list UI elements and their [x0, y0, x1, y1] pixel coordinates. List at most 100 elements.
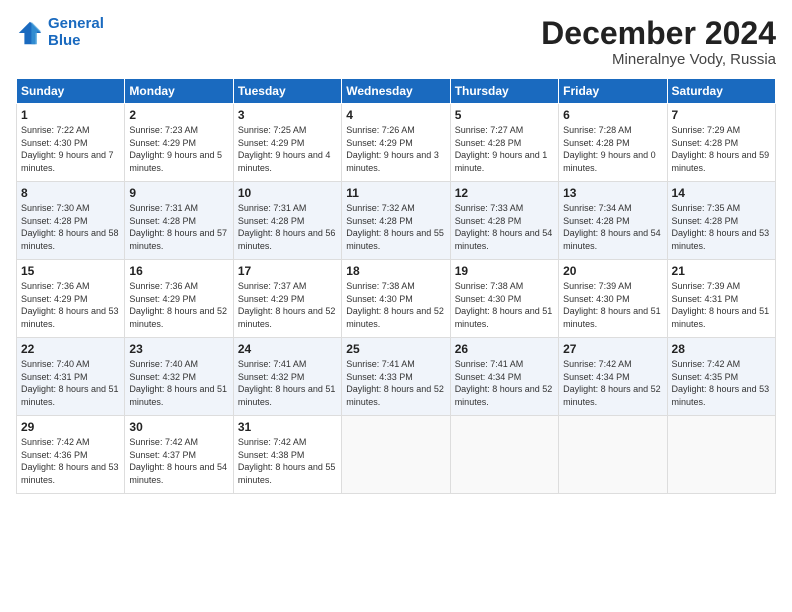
- day-number: 13: [563, 186, 662, 200]
- calendar-cell: 15 Sunrise: 7:36 AMSunset: 4:29 PMDaylig…: [17, 260, 125, 338]
- calendar-cell: 19 Sunrise: 7:38 AMSunset: 4:30 PMDaylig…: [450, 260, 558, 338]
- day-number: 14: [672, 186, 771, 200]
- calendar-cell: 2 Sunrise: 7:23 AMSunset: 4:29 PMDayligh…: [125, 104, 233, 182]
- day-number: 12: [455, 186, 554, 200]
- day-number: 5: [455, 108, 554, 122]
- calendar-cell: 22 Sunrise: 7:40 AMSunset: 4:31 PMDaylig…: [17, 338, 125, 416]
- cell-info: Sunrise: 7:40 AMSunset: 4:32 PMDaylight:…: [129, 358, 228, 408]
- calendar-cell: 18 Sunrise: 7:38 AMSunset: 4:30 PMDaylig…: [342, 260, 450, 338]
- month-title: December 2024: [541, 16, 776, 51]
- calendar-cell: 4 Sunrise: 7:26 AMSunset: 4:29 PMDayligh…: [342, 104, 450, 182]
- logo-text: General Blue: [48, 16, 104, 49]
- cell-info: Sunrise: 7:41 AMSunset: 4:33 PMDaylight:…: [346, 358, 445, 408]
- calendar-cell: [450, 416, 558, 494]
- calendar-cell: 8 Sunrise: 7:30 AMSunset: 4:28 PMDayligh…: [17, 182, 125, 260]
- calendar-cell: 17 Sunrise: 7:37 AMSunset: 4:29 PMDaylig…: [233, 260, 341, 338]
- cell-info: Sunrise: 7:22 AMSunset: 4:30 PMDaylight:…: [21, 124, 120, 174]
- day-number: 31: [238, 420, 337, 434]
- day-number: 19: [455, 264, 554, 278]
- calendar-cell: 23 Sunrise: 7:40 AMSunset: 4:32 PMDaylig…: [125, 338, 233, 416]
- day-number: 23: [129, 342, 228, 356]
- cell-info: Sunrise: 7:42 AMSunset: 4:34 PMDaylight:…: [563, 358, 662, 408]
- day-number: 7: [672, 108, 771, 122]
- day-number: 30: [129, 420, 228, 434]
- calendar-cell: 30 Sunrise: 7:42 AMSunset: 4:37 PMDaylig…: [125, 416, 233, 494]
- calendar-week-1: 1 Sunrise: 7:22 AMSunset: 4:30 PMDayligh…: [17, 104, 776, 182]
- calendar-cell: 26 Sunrise: 7:41 AMSunset: 4:34 PMDaylig…: [450, 338, 558, 416]
- col-thursday: Thursday: [450, 79, 558, 104]
- calendar-week-3: 15 Sunrise: 7:36 AMSunset: 4:29 PMDaylig…: [17, 260, 776, 338]
- cell-info: Sunrise: 7:27 AMSunset: 4:28 PMDaylight:…: [455, 124, 554, 174]
- header: General Blue December 2024 Mineralnye Vo…: [16, 16, 776, 68]
- calendar-cell: 1 Sunrise: 7:22 AMSunset: 4:30 PMDayligh…: [17, 104, 125, 182]
- page-container: General Blue December 2024 Mineralnye Vo…: [0, 0, 792, 504]
- day-number: 27: [563, 342, 662, 356]
- cell-info: Sunrise: 7:34 AMSunset: 4:28 PMDaylight:…: [563, 202, 662, 252]
- calendar-week-5: 29 Sunrise: 7:42 AMSunset: 4:36 PMDaylig…: [17, 416, 776, 494]
- cell-info: Sunrise: 7:37 AMSunset: 4:29 PMDaylight:…: [238, 280, 337, 330]
- day-number: 11: [346, 186, 445, 200]
- calendar-cell: 31 Sunrise: 7:42 AMSunset: 4:38 PMDaylig…: [233, 416, 341, 494]
- calendar-cell: 27 Sunrise: 7:42 AMSunset: 4:34 PMDaylig…: [559, 338, 667, 416]
- day-number: 16: [129, 264, 228, 278]
- cell-info: Sunrise: 7:41 AMSunset: 4:32 PMDaylight:…: [238, 358, 337, 408]
- calendar-cell: 11 Sunrise: 7:32 AMSunset: 4:28 PMDaylig…: [342, 182, 450, 260]
- day-number: 25: [346, 342, 445, 356]
- cell-info: Sunrise: 7:26 AMSunset: 4:29 PMDaylight:…: [346, 124, 445, 174]
- day-number: 28: [672, 342, 771, 356]
- day-number: 3: [238, 108, 337, 122]
- calendar-cell: 7 Sunrise: 7:29 AMSunset: 4:28 PMDayligh…: [667, 104, 775, 182]
- day-number: 24: [238, 342, 337, 356]
- cell-info: Sunrise: 7:36 AMSunset: 4:29 PMDaylight:…: [21, 280, 120, 330]
- cell-info: Sunrise: 7:42 AMSunset: 4:36 PMDaylight:…: [21, 436, 120, 486]
- cell-info: Sunrise: 7:33 AMSunset: 4:28 PMDaylight:…: [455, 202, 554, 252]
- day-number: 26: [455, 342, 554, 356]
- logo: General Blue: [16, 16, 104, 49]
- cell-info: Sunrise: 7:39 AMSunset: 4:30 PMDaylight:…: [563, 280, 662, 330]
- col-wednesday: Wednesday: [342, 79, 450, 104]
- calendar-cell: [342, 416, 450, 494]
- cell-info: Sunrise: 7:31 AMSunset: 4:28 PMDaylight:…: [238, 202, 337, 252]
- cell-info: Sunrise: 7:41 AMSunset: 4:34 PMDaylight:…: [455, 358, 554, 408]
- calendar-week-4: 22 Sunrise: 7:40 AMSunset: 4:31 PMDaylig…: [17, 338, 776, 416]
- cell-info: Sunrise: 7:38 AMSunset: 4:30 PMDaylight:…: [346, 280, 445, 330]
- calendar-cell: 6 Sunrise: 7:28 AMSunset: 4:28 PMDayligh…: [559, 104, 667, 182]
- cell-info: Sunrise: 7:30 AMSunset: 4:28 PMDaylight:…: [21, 202, 120, 252]
- day-number: 4: [346, 108, 445, 122]
- cell-info: Sunrise: 7:29 AMSunset: 4:28 PMDaylight:…: [672, 124, 771, 174]
- calendar-cell: [559, 416, 667, 494]
- calendar-cell: 5 Sunrise: 7:27 AMSunset: 4:28 PMDayligh…: [450, 104, 558, 182]
- col-friday: Friday: [559, 79, 667, 104]
- calendar-cell: 9 Sunrise: 7:31 AMSunset: 4:28 PMDayligh…: [125, 182, 233, 260]
- cell-info: Sunrise: 7:35 AMSunset: 4:28 PMDaylight:…: [672, 202, 771, 252]
- cell-info: Sunrise: 7:39 AMSunset: 4:31 PMDaylight:…: [672, 280, 771, 330]
- calendar-week-2: 8 Sunrise: 7:30 AMSunset: 4:28 PMDayligh…: [17, 182, 776, 260]
- cell-info: Sunrise: 7:36 AMSunset: 4:29 PMDaylight:…: [129, 280, 228, 330]
- header-row: Sunday Monday Tuesday Wednesday Thursday…: [17, 79, 776, 104]
- col-saturday: Saturday: [667, 79, 775, 104]
- day-number: 20: [563, 264, 662, 278]
- calendar-cell: 16 Sunrise: 7:36 AMSunset: 4:29 PMDaylig…: [125, 260, 233, 338]
- calendar-cell: 21 Sunrise: 7:39 AMSunset: 4:31 PMDaylig…: [667, 260, 775, 338]
- col-sunday: Sunday: [17, 79, 125, 104]
- col-monday: Monday: [125, 79, 233, 104]
- cell-info: Sunrise: 7:23 AMSunset: 4:29 PMDaylight:…: [129, 124, 228, 174]
- day-number: 18: [346, 264, 445, 278]
- calendar-body: 1 Sunrise: 7:22 AMSunset: 4:30 PMDayligh…: [17, 104, 776, 494]
- cell-info: Sunrise: 7:31 AMSunset: 4:28 PMDaylight:…: [129, 202, 228, 252]
- calendar-cell: 28 Sunrise: 7:42 AMSunset: 4:35 PMDaylig…: [667, 338, 775, 416]
- title-block: December 2024 Mineralnye Vody, Russia: [541, 16, 776, 68]
- cell-info: Sunrise: 7:28 AMSunset: 4:28 PMDaylight:…: [563, 124, 662, 174]
- day-number: 2: [129, 108, 228, 122]
- calendar-cell: 24 Sunrise: 7:41 AMSunset: 4:32 PMDaylig…: [233, 338, 341, 416]
- cell-info: Sunrise: 7:32 AMSunset: 4:28 PMDaylight:…: [346, 202, 445, 252]
- calendar-cell: 25 Sunrise: 7:41 AMSunset: 4:33 PMDaylig…: [342, 338, 450, 416]
- calendar-cell: 14 Sunrise: 7:35 AMSunset: 4:28 PMDaylig…: [667, 182, 775, 260]
- day-number: 10: [238, 186, 337, 200]
- cell-info: Sunrise: 7:40 AMSunset: 4:31 PMDaylight:…: [21, 358, 120, 408]
- day-number: 21: [672, 264, 771, 278]
- cell-info: Sunrise: 7:42 AMSunset: 4:37 PMDaylight:…: [129, 436, 228, 486]
- calendar-cell: [667, 416, 775, 494]
- day-number: 17: [238, 264, 337, 278]
- cell-info: Sunrise: 7:42 AMSunset: 4:35 PMDaylight:…: [672, 358, 771, 408]
